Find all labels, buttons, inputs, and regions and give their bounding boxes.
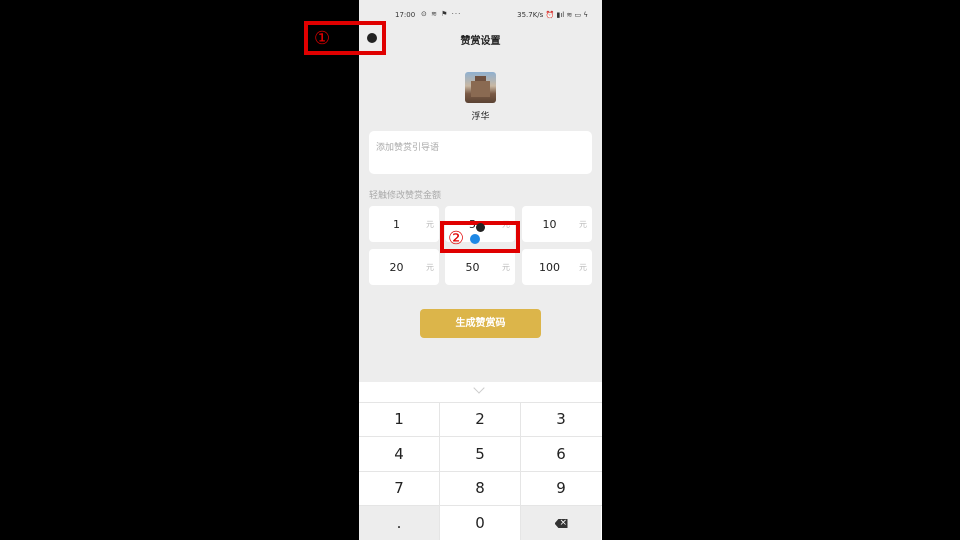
amount-value: 1 bbox=[393, 218, 400, 231]
key-2[interactable]: 2 bbox=[440, 402, 520, 436]
status-time: 17:00 bbox=[395, 11, 416, 19]
backspace-icon bbox=[554, 519, 568, 528]
amount-option[interactable]: 10 元 bbox=[522, 206, 592, 242]
key-9[interactable]: 9 bbox=[521, 471, 601, 505]
key-8[interactable]: 8 bbox=[440, 471, 520, 505]
status-indicators: 35.7K/s ⏰ ▮ıl ≋ ▭ ϟ bbox=[517, 11, 588, 19]
page-title: 赞赏设置 bbox=[460, 36, 501, 47]
key-decimal[interactable]: . bbox=[359, 506, 439, 540]
amount-section-label: 轻触修改赞赏金额 bbox=[369, 191, 442, 201]
key-7[interactable]: 7 bbox=[359, 471, 439, 505]
status-icons: ⊙ ≋ ⚑ ··· bbox=[421, 10, 462, 18]
status-bar: 17:00 ⊙ ≋ ⚑ ··· 35.7K/s ⏰ ▮ıl ≋ ▭ ϟ bbox=[359, 9, 602, 25]
tap-indicator bbox=[476, 223, 485, 232]
guide-message-input[interactable]: 添加赞赏引导语 bbox=[369, 131, 592, 174]
amount-option[interactable]: 100 元 bbox=[522, 249, 592, 285]
phone-screen: 17:00 ⊙ ≋ ⚑ ··· 35.7K/s ⏰ ▮ıl ≋ ▭ ϟ 赞赏设置… bbox=[359, 0, 602, 540]
annotation-box-1: ① bbox=[304, 21, 386, 55]
top-bar: 赞赏设置 bbox=[359, 28, 602, 50]
amount-unit: 元 bbox=[426, 263, 434, 272]
amount-unit: 元 bbox=[579, 220, 587, 229]
amount-value: 10 bbox=[542, 218, 557, 231]
generate-code-button[interactable]: 生成赞赏码 bbox=[420, 309, 541, 338]
amount-unit: 元 bbox=[426, 220, 434, 229]
numeric-keypad: 1 2 3 4 5 6 7 8 9 . 0 bbox=[359, 382, 602, 540]
amount-value: 100 bbox=[539, 261, 560, 274]
amount-value: 50 bbox=[465, 261, 480, 274]
tap-indicator bbox=[470, 234, 480, 244]
key-3[interactable]: 3 bbox=[521, 402, 601, 436]
key-6[interactable]: 6 bbox=[521, 437, 601, 471]
amount-option[interactable]: 1 元 bbox=[369, 206, 439, 242]
amount-unit: 元 bbox=[579, 263, 587, 272]
key-0[interactable]: 0 bbox=[440, 506, 520, 540]
amount-value: 20 bbox=[389, 261, 404, 274]
annotation-number-2: ② bbox=[448, 228, 465, 249]
amount-option[interactable]: 50 元 bbox=[445, 249, 515, 285]
key-5[interactable]: 5 bbox=[440, 437, 520, 471]
backspace-key[interactable] bbox=[521, 506, 601, 540]
key-1[interactable]: 1 bbox=[359, 402, 439, 436]
profile-name: 浮华 bbox=[471, 112, 490, 122]
amount-option[interactable]: 20 元 bbox=[369, 249, 439, 285]
annotation-number-1: ① bbox=[314, 28, 331, 49]
collapse-keyboard-icon[interactable] bbox=[473, 382, 485, 394]
key-4[interactable]: 4 bbox=[359, 437, 439, 471]
avatar bbox=[465, 72, 496, 103]
guide-message-placeholder: 添加赞赏引导语 bbox=[376, 143, 440, 153]
amount-unit: 元 bbox=[502, 263, 510, 272]
